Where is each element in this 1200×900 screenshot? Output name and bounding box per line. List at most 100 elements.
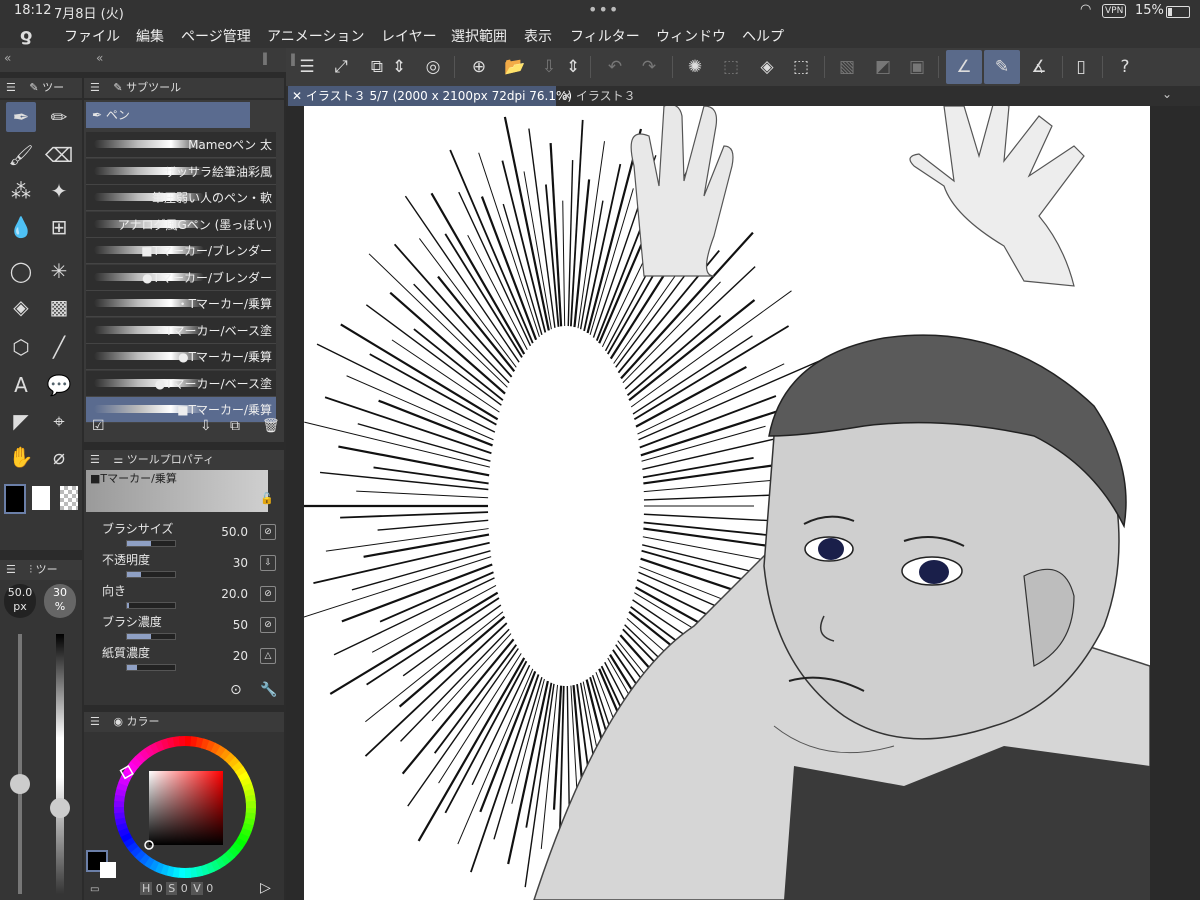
panel-menu-icon-5[interactable]: ☰	[6, 563, 16, 576]
magic-wand-tool-icon[interactable]: ✳	[44, 256, 74, 286]
tab-document-active[interactable]: ✕ イラスト３ 5/7 (2000 x 2100px 72dpi 76.1%)	[288, 86, 572, 106]
menu-view[interactable]: 表示	[524, 26, 552, 46]
mesh-transform-tool-icon[interactable]: ⊞	[44, 212, 74, 242]
color-sub-swatch[interactable]	[100, 862, 116, 878]
color-play-icon[interactable]: ▷	[260, 880, 271, 896]
hamburger-menu-icon[interactable]: ☰	[294, 54, 320, 80]
subtool-duplicate-icon[interactable]: ⧉	[230, 418, 240, 434]
undo-icon[interactable]: ↶	[602, 54, 628, 80]
multitask-dots-icon[interactable]: •••	[588, 0, 619, 19]
decoration-tool-icon[interactable]: ✦	[44, 176, 74, 206]
property-wrench-icon[interactable]: 🔧	[260, 682, 277, 698]
brush-tool-icon[interactable]: 🖌	[6, 140, 36, 170]
tab-document-2[interactable]: ✕ イラスト３	[558, 86, 646, 106]
brush-item[interactable]: ザッサラ絵筆油彩風	[86, 158, 276, 185]
brush-item[interactable]: アナログ風Gペン (墨っぽい)	[86, 211, 276, 238]
property-value[interactable]: 20	[208, 649, 248, 663]
text-tool-icon[interactable]: A	[6, 370, 36, 400]
subtool-import-icon[interactable]: ⇩	[200, 418, 212, 434]
frame-border-tool-icon[interactable]: ◤	[6, 406, 36, 436]
smartphone-icon[interactable]: ▯	[1068, 54, 1094, 80]
pencil-tool-icon[interactable]: ✏	[44, 102, 74, 132]
property-value[interactable]: 20.0	[208, 587, 248, 601]
collapse-middle-icon[interactable]: «	[96, 51, 103, 65]
property-slider[interactable]	[126, 633, 176, 640]
panel-menu-icon-2[interactable]: ☰	[90, 81, 100, 94]
property-value[interactable]: 50	[208, 618, 248, 632]
drawing-canvas[interactable]	[304, 106, 1150, 900]
pen-tool-icon[interactable]: ✒	[6, 102, 36, 132]
property-slider[interactable]	[126, 540, 176, 547]
subtool-delete-icon[interactable]: 🗑	[262, 418, 280, 434]
color-transparent-toggle[interactable]: ▭	[90, 884, 99, 895]
menu-help[interactable]: ヘルプ	[742, 26, 784, 46]
menu-window[interactable]: ウィンドウ	[656, 26, 726, 46]
lock-icon[interactable]: 🔓	[260, 492, 274, 505]
save-icon[interactable]: ⇩	[536, 54, 562, 80]
selection-border-icon[interactable]: ▣	[904, 54, 930, 80]
resize-icon[interactable]: ⧉	[364, 54, 390, 80]
brush-item[interactable]: ・Tマーカー/乗算	[86, 291, 276, 317]
brush-item[interactable]: ■Tマーカー/乗算	[86, 397, 276, 423]
loading-spinner-icon[interactable]: ✺	[682, 54, 708, 80]
transform-icon[interactable]: ⬚	[788, 54, 814, 80]
property-value[interactable]: 50.0	[208, 525, 248, 539]
deselect-icon[interactable]: ⬚	[718, 54, 744, 80]
stepper-icon-2[interactable]: ⇕	[566, 54, 580, 80]
property-row[interactable]: 不透明度 30 ⇩	[88, 549, 280, 579]
brush-item[interactable]: 筆圧弱い人のペン・軟	[86, 185, 276, 211]
ruler-tool-icon[interactable]: ⌖	[44, 406, 74, 436]
size-slider-knob[interactable]	[10, 774, 30, 794]
menu-page[interactable]: ページ管理	[181, 26, 251, 46]
fit-view-icon[interactable]: ⤢	[328, 54, 354, 80]
size-panel-header[interactable]: ☰ ⫶ ツー	[0, 560, 82, 580]
transparent-color-swatch[interactable]	[60, 486, 78, 510]
tab-close-icon[interactable]: ✕	[292, 89, 306, 103]
color-panel-header[interactable]: ☰ ◉ カラー	[84, 712, 284, 732]
sub-color-swatch[interactable]	[32, 486, 50, 510]
property-row[interactable]: ブラシ濃度 50 ⊘	[88, 611, 280, 641]
brush-item[interactable]: ●Tマーカー/ブレンダー	[86, 264, 276, 291]
brush-item[interactable]: ・Tマーカー/ベース塗	[86, 317, 276, 344]
property-row[interactable]: 向き 20.0 ⊘	[88, 580, 280, 610]
tab-close-icon-2[interactable]: ✕	[562, 89, 576, 103]
fill-icon[interactable]: ◈	[754, 54, 780, 80]
property-detail-icon[interactable]: ⊘	[260, 586, 276, 602]
brush-item[interactable]: ■Tマーカー/ブレンダー	[86, 238, 276, 264]
menu-layer[interactable]: レイヤー	[381, 26, 437, 46]
ruler-icon[interactable]: ∡	[1026, 54, 1052, 80]
menu-selection[interactable]: 選択範囲	[451, 26, 507, 46]
lasso-tool-icon[interactable]: ◯	[6, 256, 36, 286]
subtool-settings-icon[interactable]: ☑	[92, 418, 105, 434]
subtool-panel-header[interactable]: ☰ ✎ サブツール	[84, 78, 284, 98]
open-folder-icon[interactable]: 📂	[502, 54, 528, 80]
tool-panel-header[interactable]: ☰ ✎ ツー	[0, 78, 82, 98]
opacity-slider-track[interactable]	[56, 634, 64, 894]
fill-tool-icon[interactable]: ◈	[6, 292, 36, 322]
app-logo-icon[interactable]: ƍ	[20, 25, 40, 46]
airbrush-tool-icon[interactable]: ⁂	[6, 176, 36, 206]
property-row[interactable]: 紙質濃度 20 △	[88, 642, 280, 672]
companion-icon[interactable]: ◎	[420, 54, 446, 80]
property-slider[interactable]	[126, 571, 176, 578]
brush-item[interactable]: Mameoペン 太	[86, 132, 276, 158]
subtool-group-tab[interactable]: ✒ ペン	[86, 102, 250, 128]
collapse-left-icon[interactable]: «	[4, 51, 11, 65]
pen-tab-icon[interactable]: ✎	[29, 81, 38, 94]
new-file-icon[interactable]: ⊕	[466, 54, 492, 80]
invert-selection-icon[interactable]: ◩	[870, 54, 896, 80]
size-slider-track[interactable]	[18, 634, 22, 894]
menu-animation[interactable]: アニメーション	[267, 26, 364, 46]
brush-mode-icon[interactable]: ✎	[984, 50, 1020, 84]
help-icon[interactable]: ?	[1112, 54, 1138, 80]
property-detail-icon[interactable]: ⇩	[260, 555, 276, 571]
gradient-tool-icon[interactable]: ▩	[44, 292, 74, 322]
pen-pressure-icon[interactable]: ∠	[946, 50, 982, 84]
menu-filter[interactable]: フィルター	[570, 26, 640, 46]
figure-tool-icon[interactable]: ╱	[44, 332, 74, 362]
property-detail-icon[interactable]: △	[260, 648, 276, 664]
panel-menu-icon[interactable]: ☰	[6, 81, 16, 94]
redo-icon[interactable]: ↷	[636, 54, 662, 80]
props-panel-header[interactable]: ☰ ⚌ ツールプロパティ	[84, 450, 284, 470]
brush-item[interactable]: ●Tマーカー/ベース塗	[86, 370, 276, 397]
